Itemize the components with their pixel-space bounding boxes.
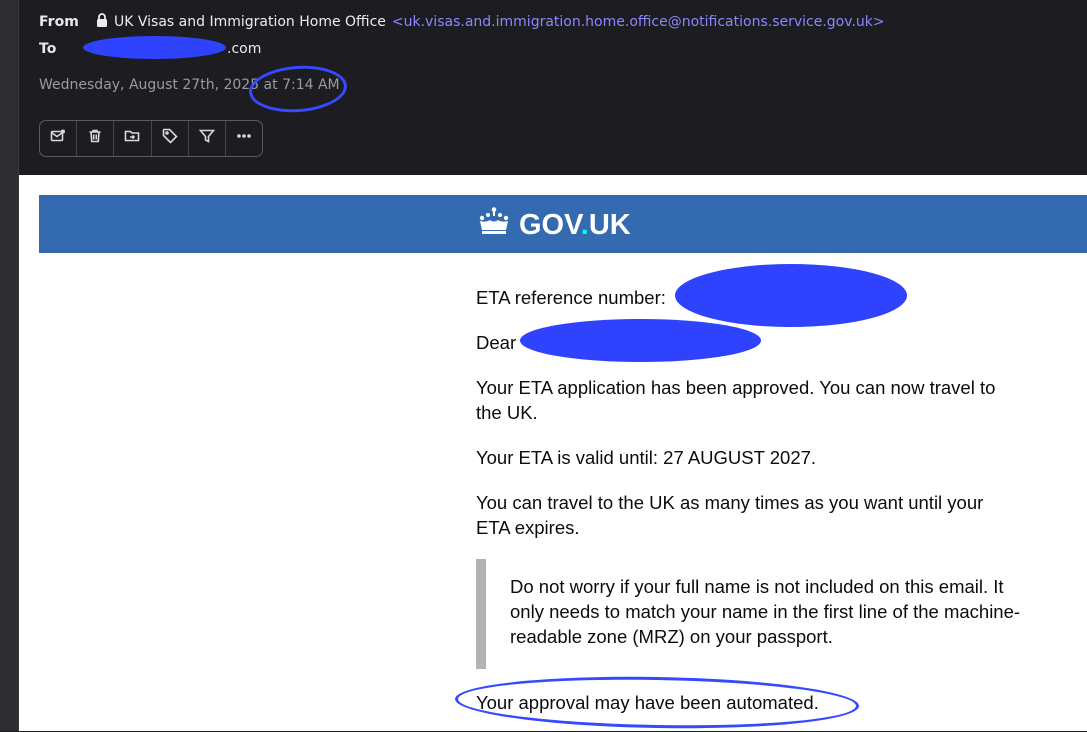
crown-icon <box>477 206 511 244</box>
inset-line-3: readable zone (MRZ) on your passport. <box>510 626 833 647</box>
gov-uk-banner: GOV.UK <box>39 195 1087 253</box>
move-to-folder-button[interactable] <box>114 121 152 156</box>
email-header: From UK Visas and Immigration Home Offic… <box>19 0 1087 175</box>
travel-line-1: You can travel to the UK as many times a… <box>476 492 984 513</box>
delete-button[interactable] <box>77 121 115 156</box>
sender-email[interactable]: <uk.visas.and.immigration.home.office@no… <box>392 14 885 30</box>
mail-dot-icon <box>50 128 66 149</box>
sender-name: UK Visas and Immigration Home Office <box>114 14 386 30</box>
gov-uk-wordmark: GOV.UK <box>519 208 631 241</box>
time-annotation-circle <box>247 62 349 116</box>
label-button[interactable] <box>152 121 189 156</box>
email-toolbar <box>39 120 263 157</box>
recipient-domain: .com <box>227 41 262 57</box>
travel-line-2: ETA expires. <box>476 517 580 538</box>
automated-annotation-circle <box>454 673 860 732</box>
from-label: From <box>39 14 79 30</box>
trash-icon <box>87 128 103 149</box>
filter-button[interactable] <box>189 121 226 156</box>
more-button[interactable] <box>226 121 262 156</box>
inset-line-2: only needs to match your name in the fir… <box>510 601 1021 622</box>
reference-redaction <box>675 264 907 327</box>
left-sidebar-edge <box>0 0 19 731</box>
gov-uk-logo[interactable]: GOV.UK <box>477 206 631 244</box>
to-label: To <box>39 41 57 57</box>
email-body: GOV.UK ETA reference number: Dear Your E… <box>19 175 1087 732</box>
inset-notice: Do not worry if your full name is not in… <box>476 559 1046 669</box>
approval-line-1: Your ETA application has been approved. … <box>476 377 996 398</box>
name-redaction <box>520 319 761 362</box>
lock-icon <box>96 13 108 31</box>
mark-unread-button[interactable] <box>40 121 78 156</box>
recipient-redaction <box>83 36 226 59</box>
sender[interactable]: UK Visas and Immigration Home Office <uk… <box>96 13 885 31</box>
folder-move-icon <box>124 128 140 149</box>
eta-reference-label: ETA reference number: <box>476 287 666 308</box>
ellipsis-icon <box>236 128 252 149</box>
validity-text: Your ETA is valid until: 27 AUGUST 2027. <box>476 447 817 468</box>
filter-icon <box>198 128 215 149</box>
approval-line-2: the UK. <box>476 402 538 423</box>
tag-icon <box>162 128 178 149</box>
inset-line-1: Do not worry if your full name is not in… <box>510 576 1004 597</box>
inset-text: Do not worry if your full name is not in… <box>510 574 1040 649</box>
greeting: Dear <box>476 332 517 353</box>
